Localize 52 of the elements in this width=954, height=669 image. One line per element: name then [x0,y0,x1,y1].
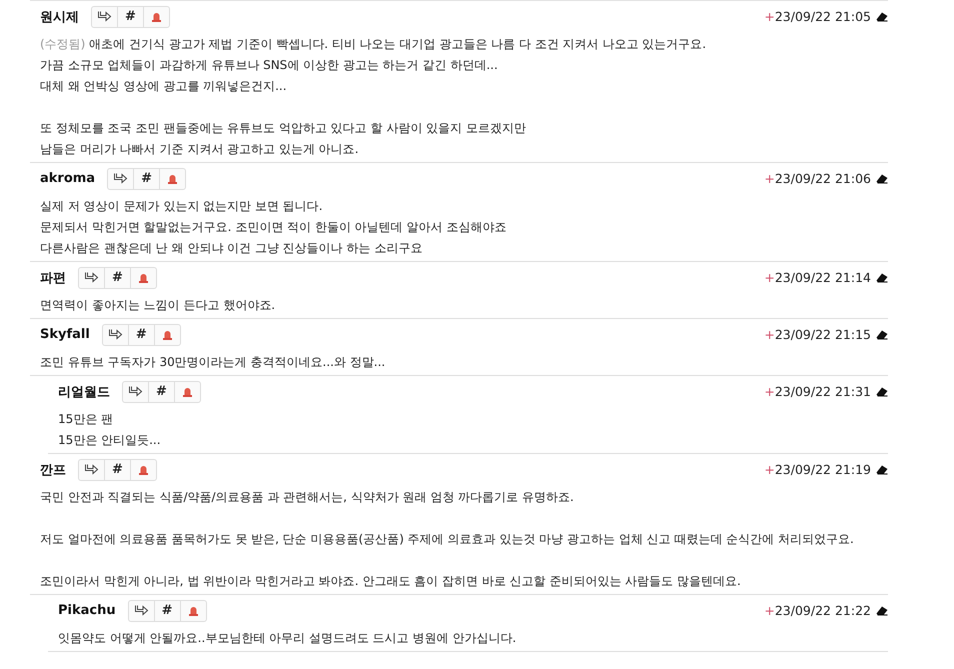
eraser-icon[interactable] [876,174,888,184]
comment-text: 다른사람은 괜찮은데 난 왜 안되냐 이건 그냥 진상들이나 하는 소리구요 [40,240,422,257]
author-name[interactable]: Skyfall [40,327,90,342]
comment-text: 실제 저 영상이 문제가 있는지 없는지만 보면 됩니다. [40,198,323,215]
eraser-icon[interactable] [876,386,888,396]
siren-icon [162,329,173,340]
author-name[interactable]: 파편 [40,268,66,286]
comment-text: 조민이라서 막힌게 아니라, 법 위반이라 막힌거라고 봐야죠. 안그래도 흠이 잡히면 바로 신고할 준비되어있는 사람들도 많을텐데요. [40,573,741,590]
eraser-icon[interactable] [876,272,888,282]
expand-mark[interactable]: + [764,327,775,342]
author-name[interactable]: Pikachu [58,603,116,618]
comment-date: 23/09/22 21:22 [774,603,871,618]
eraser-icon[interactable] [876,464,888,474]
expand-mark[interactable]: + [764,603,775,618]
comment-date: 23/09/22 21:14 [774,270,871,285]
comment-text: 남들은 머리가 나빠서 기준 지켜서 광고하고 있는게 아니죠. [40,141,359,158]
comment-date: 23/09/22 21:15 [774,327,871,342]
author-name[interactable]: akroma [40,171,96,186]
siren-icon [188,605,199,616]
comment-text: 15만은 팬 [58,411,114,428]
eraser-icon[interactable] [876,606,888,616]
comment-text: 대체 왜 언박싱 영상에 광고를 끼워넣은건지... [40,78,287,95]
comment-date: 23/09/22 21:19 [774,462,871,477]
comment-text: 면역력이 좋아지는 느낌이 든다고 했어야죠. [40,297,276,314]
expand-mark[interactable]: + [764,171,775,186]
expand-mark[interactable]: + [764,270,775,285]
author-name[interactable]: 원시제 [40,8,79,26]
comment-text: 문제되서 막힌거면 할말없는거구요. 조민이면 적이 한둘이 아닐텐데 알아서 조심해야죠 [40,219,506,236]
edited-label: (수정됨) [40,37,86,51]
comment-text: 저도 얼마전에 의료용품 품목허가도 못 받은, 단순 미용용품(공산품) 주제에 의료효과 있는것 마냥 광고하는 업체 신고 때렸는데 순식간에 처리되었구요. [40,531,854,548]
comment-text: 애초에 건기식 광고가 제법 기준이 빡셉니다. 티비 나오는 대기업 광고들은 나름 다 조건 지켜서 나오고 있는거구요. [89,37,706,51]
comment-text: 15만은 안티일듯... [58,432,161,449]
comment-text: 국민 안전과 직결되는 식품/약품/의료용품 과 관련해서는, 식약처가 원래 엄청 까다롭기로 유명하죠. [40,489,574,506]
expand-mark[interactable]: + [764,462,775,477]
siren-icon [167,173,178,184]
comment-date: 23/09/22 21:06 [774,171,871,186]
siren-icon [138,464,149,475]
author-name[interactable]: 리얼월드 [58,382,110,400]
comment-text: 또 정체모를 조국 조민 팬들중에는 유튜브도 억압하고 있다고 할 사람이 있을지 모르겠지만 [40,120,526,137]
comment-date: 23/09/22 21:05 [774,9,871,24]
eraser-icon[interactable] [876,330,888,340]
comment-text: 조민 유튜브 구독자가 30만명이라는게 충격적이네요...와 정말... [40,354,386,371]
comment-text: 가끔 소규모 업체들이 과감하게 유튜브나 SNS에 이상한 광고는 하는거 같긴 하던데... [40,57,498,74]
eraser-icon[interactable] [876,12,888,22]
siren-icon [151,11,162,22]
author-name[interactable]: 깐프 [40,460,66,478]
expand-mark[interactable]: + [764,384,775,399]
expand-mark[interactable]: + [764,9,775,24]
comment-date: 23/09/22 21:31 [774,384,871,399]
siren-icon [182,386,193,397]
siren-icon [138,272,149,283]
comment-text: 잇몸약도 어떻게 안될까요..부모님한테 아무리 설명드려도 드시고 병원에 안가십니다. [58,630,516,647]
